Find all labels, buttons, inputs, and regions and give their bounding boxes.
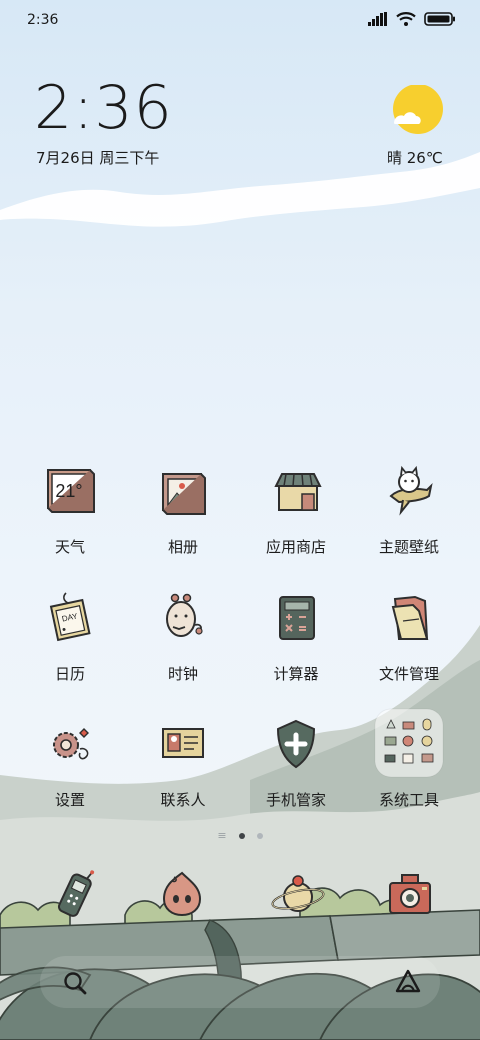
- calculator-icon: [279, 596, 315, 640]
- search-bar[interactable]: [40, 956, 440, 1008]
- app-label: 设置: [54, 791, 85, 809]
- app-label: 相册: [167, 538, 198, 556]
- app-label: 日历: [54, 665, 85, 683]
- app-calendar[interactable]: DAY 日历: [15, 587, 125, 684]
- status-icons: [368, 12, 456, 26]
- themes-icon: [389, 465, 433, 516]
- app-calculator[interactable]: 计算器: [241, 587, 351, 684]
- page-dot-active[interactable]: [238, 832, 245, 839]
- app-contacts[interactable]: 联系人: [128, 713, 238, 810]
- calendar-icon: DAY: [49, 592, 91, 642]
- security-icon: [276, 719, 316, 769]
- app-security[interactable]: 手机管家: [241, 713, 351, 810]
- app-themes[interactable]: 主题壁纸: [354, 460, 464, 557]
- wifi-icon: [396, 12, 416, 26]
- app-weather[interactable]: 21° 天气: [15, 460, 125, 557]
- phone-icon[interactable]: [44, 865, 104, 925]
- app-label: 主题壁纸: [378, 538, 439, 556]
- status-bar: 2:36: [0, 0, 480, 40]
- app-store-icon: [274, 473, 322, 511]
- weather-icon-text: 21°: [55, 481, 82, 501]
- page-indicator[interactable]: ≡: [0, 830, 480, 841]
- system-tools-folder-icon: [374, 708, 444, 778]
- app-clock[interactable]: 时钟: [128, 587, 238, 684]
- signal-icon: [368, 12, 387, 26]
- contacts-icon: [162, 728, 204, 758]
- settings-icon: [53, 728, 89, 760]
- app-label: 手机管家: [265, 791, 326, 809]
- app-label: 联系人: [160, 791, 206, 809]
- battery-icon: [424, 12, 455, 26]
- app-gallery[interactable]: 相册: [128, 460, 238, 557]
- clock-widget-time[interactable]: 2:36: [34, 78, 173, 138]
- app-settings[interactable]: 设置: [15, 713, 125, 810]
- app-store[interactable]: 应用商店: [241, 460, 351, 557]
- camera-icon[interactable]: [380, 865, 440, 925]
- browser-icon[interactable]: [268, 865, 328, 925]
- app-files[interactable]: 文件管理: [354, 587, 464, 684]
- weather-widget-text[interactable]: 晴 26℃: [387, 147, 443, 168]
- clock-widget-date[interactable]: 7月26日 周三下午: [36, 147, 159, 168]
- status-time: 2:36: [27, 12, 59, 28]
- app-label: 系统工具: [378, 791, 439, 809]
- app-label: 文件管理: [378, 665, 439, 683]
- app-system-tools-folder[interactable]: 系统工具: [354, 708, 464, 810]
- app-label: 天气: [54, 538, 85, 556]
- clock-icon: [166, 593, 203, 637]
- search-icon[interactable]: [62, 970, 88, 996]
- sun-behind-cloud-icon[interactable]: [392, 85, 444, 137]
- assistant-icon[interactable]: [394, 968, 422, 994]
- app-label: 计算器: [273, 665, 319, 683]
- app-label: 时钟: [167, 665, 198, 683]
- weather-icon: 21°: [47, 469, 95, 513]
- gallery-icon: [162, 473, 206, 515]
- app-label: 应用商店: [265, 538, 326, 556]
- page-dot[interactable]: [256, 832, 263, 839]
- folder-icon: [391, 595, 429, 640]
- app-list-icon[interactable]: ≡: [217, 830, 226, 841]
- messages-icon[interactable]: [152, 865, 212, 925]
